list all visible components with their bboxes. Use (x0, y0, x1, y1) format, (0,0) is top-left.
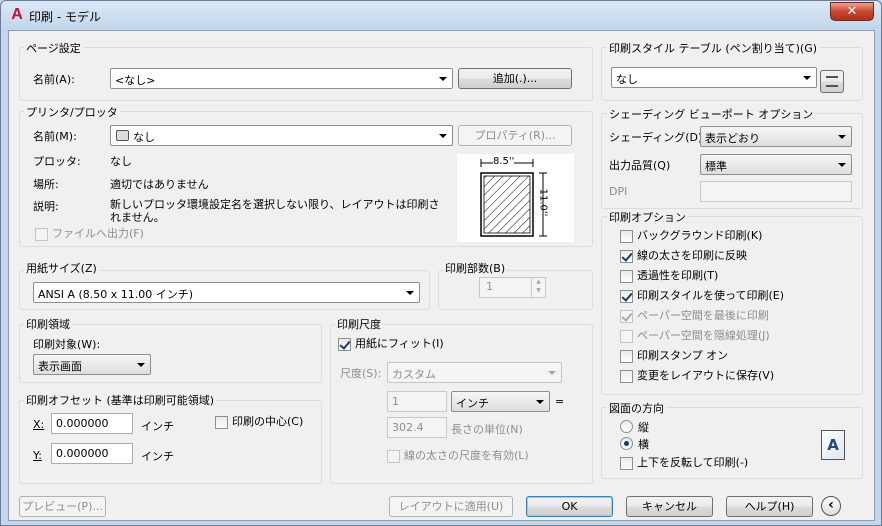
printer-title: プリンタ/プロッタ (24, 104, 120, 120)
option-hide-paperspace[interactable]: ペーパー空間を隠線処理(J) (620, 329, 820, 345)
apply-to-layout-button[interactable]: レイアウトに適用(U) (389, 496, 513, 517)
scale-select[interactable]: カスタム (387, 362, 562, 383)
offset-y-label: Y: (33, 449, 42, 462)
dpi-label: DPI (609, 185, 628, 198)
orientation-title: 図面の方向 (607, 400, 666, 416)
plotter-value: なし (110, 155, 132, 168)
autocad-app-icon: A (11, 6, 23, 23)
equals-sign: = (555, 395, 565, 408)
quality-label: 出力品質(Q) (609, 159, 671, 172)
printer-icon (116, 130, 129, 141)
spin-up-icon: ▲ (531, 278, 545, 287)
plot-area-title: 印刷領域 (24, 316, 72, 332)
plotter-label: プロッタ: (33, 155, 81, 168)
scale-lineweights-checkbox[interactable]: 線の太さの尺度を有効(L) (387, 449, 537, 465)
scale-unit-select[interactable]: インチ (451, 391, 550, 412)
shade-select[interactable]: 表示どおり (700, 126, 852, 147)
option-plot-with-styles[interactable]: 印刷スタイルを使って印刷(E) (620, 289, 820, 305)
paper-size-select[interactable]: ANSI A (8.50 x 11.00 インチ) (33, 282, 420, 303)
dialog-body: ページ設定 名前(A): <なし> 追加(.)... プリンタ/プロッタ 名前(… (8, 30, 875, 521)
help-button[interactable]: ヘルプ(H) (726, 496, 813, 517)
quality-select[interactable]: 標準 (700, 154, 852, 175)
option-plot-lineweights[interactable]: 線の太さを印刷に反映 (620, 249, 820, 265)
close-button[interactable]: ✕ (830, 2, 874, 21)
style-table-select[interactable]: なし (611, 67, 817, 88)
chevron-down-icon (439, 134, 447, 138)
style-table-title: 印刷スタイル テーブル (ペン割り当て)(G) (607, 40, 820, 56)
chevron-down-icon (803, 76, 811, 80)
plot-what-label: 印刷対象(W): (33, 338, 101, 351)
plot-offset-title: 印刷オフセット (基準は印刷可能領域) (24, 392, 217, 408)
offset-x-unit: インチ (141, 420, 174, 433)
page-setup-name-select[interactable]: <なし> (110, 68, 453, 89)
collapse-options-button[interactable]: ‹ (821, 496, 841, 516)
location-label: 場所: (33, 178, 59, 191)
description-label: 説明: (33, 200, 59, 213)
fit-to-paper-checkbox[interactable]: 用紙にフィット(I) (338, 337, 448, 353)
ok-button[interactable]: OK (526, 496, 613, 517)
option-paperspace-last[interactable]: ペーパー空間を最後に印刷 (620, 309, 820, 325)
paper-size-title: 用紙サイズ(Z) (24, 260, 99, 276)
landscape-radio[interactable]: 横 (620, 436, 680, 452)
cancel-button[interactable]: キャンセル (626, 496, 713, 517)
chevron-down-icon (137, 363, 145, 367)
offset-y-input[interactable]: 0.000000 (51, 443, 133, 464)
page-setup-title: ページ設定 (24, 40, 83, 56)
printer-name-label: 名前(M): (33, 130, 77, 143)
paper-preview: 8.5'' 11.0'' (457, 154, 574, 242)
print-dialog: A 印刷 - モデル ✕ ページ設定 名前(A): <なし> 追加(.)... … (0, 0, 882, 526)
title-bar: A 印刷 - モデル ✕ (1, 1, 881, 31)
option-background-plot[interactable]: バックグラウンド印刷(K) (620, 229, 820, 245)
dpi-input[interactable] (700, 181, 852, 202)
printer-properties-button[interactable]: プロパティ(R)... (458, 125, 572, 146)
chevron-down-icon (548, 371, 556, 375)
option-save-to-layout[interactable]: 変更をレイアウトに保存(V) (620, 369, 820, 385)
copies-spinner[interactable]: 1 ▲ ▼ (479, 277, 546, 298)
page-setup-name-label: 名前(A): (33, 73, 75, 86)
edit-style-table-button[interactable] (820, 70, 844, 93)
collapse-icon: ‹ (828, 497, 834, 513)
location-value: 適切ではありません (110, 178, 209, 191)
option-plot-stamp[interactable]: 印刷スタンプ オン (620, 349, 820, 365)
copies-title: 印刷部数(B) (443, 260, 508, 276)
spin-down-icon: ▼ (531, 287, 545, 297)
scale-numerator-input[interactable]: 1 (387, 391, 447, 412)
edit-style-icon (826, 76, 838, 87)
scale-label: 尺度(S): (340, 367, 382, 380)
plot-scale-title: 印刷尺度 (335, 316, 383, 332)
print-to-file-checkbox[interactable]: ファイルへ出力(F) (35, 227, 165, 243)
portrait-radio[interactable]: 縦 (620, 419, 680, 435)
printer-name-select[interactable]: なし (110, 125, 453, 146)
preview-width-text: 8.5'' (493, 156, 515, 167)
description-value: 新しいプロッタ環境設定名を選択しない限り、レイアウトは印刷されません。 (110, 198, 440, 224)
offset-y-unit: インチ (141, 450, 174, 463)
center-plot-checkbox[interactable]: 印刷の中心(C) (215, 415, 315, 431)
option-plot-transparency[interactable]: 透過性を印刷(T) (620, 269, 820, 285)
close-icon: ✕ (846, 4, 858, 19)
chevron-down-icon (439, 77, 447, 81)
paper-preview-drawing (480, 159, 547, 237)
preview-height-text: 11.0'' (537, 188, 549, 217)
scale-denominator-unit: 長さの単位(N) (451, 423, 523, 436)
plot-what-select[interactable]: 表示画面 (33, 354, 151, 375)
chevron-down-icon (838, 163, 846, 167)
plot-options-title: 印刷オプション (607, 209, 688, 225)
chevron-down-icon (406, 291, 414, 295)
upside-down-checkbox[interactable]: 上下を反転して印刷(-) (620, 456, 770, 472)
preview-button[interactable]: プレビュー(P)... (19, 496, 106, 517)
add-page-setup-button[interactable]: 追加(.)... (458, 68, 572, 89)
window-title: 印刷 - モデル (29, 10, 101, 24)
orientation-preview-icon: A (821, 430, 845, 460)
scale-denominator-input[interactable]: 302.4 (387, 417, 447, 438)
chevron-down-icon (536, 400, 544, 404)
shade-label: シェーディング(D) (609, 131, 703, 144)
chevron-down-icon (838, 135, 846, 139)
offset-x-input[interactable]: 0.000000 (51, 413, 133, 434)
offset-x-label: X: (33, 418, 45, 431)
shaded-viewport-title: シェーディング ビューポート オプション (607, 106, 816, 122)
